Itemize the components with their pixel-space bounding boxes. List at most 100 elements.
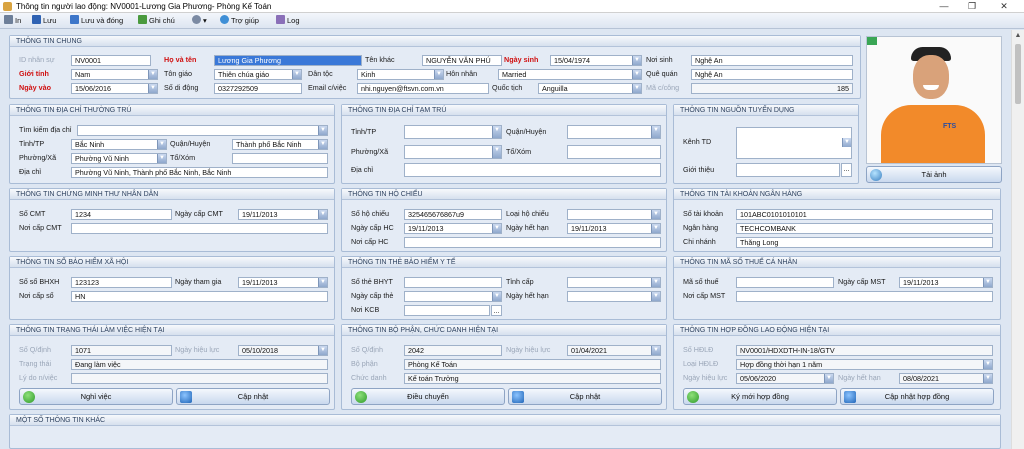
chevron-down-icon[interactable]: ▼ xyxy=(157,154,166,163)
chevron-down-icon[interactable]: ▼ xyxy=(292,70,301,79)
transfer-button[interactable]: Điều chuyển xyxy=(351,388,505,405)
id-date-field[interactable]: 19/11/2013 ▼ xyxy=(238,209,328,220)
chevron-down-icon[interactable]: ▼ xyxy=(492,146,501,158)
id-number-field[interactable]: 1234 xyxy=(71,209,172,220)
dept-update-button[interactable]: Cập nhật xyxy=(508,388,662,405)
chevron-down-icon[interactable]: ▼ xyxy=(632,70,641,79)
chevron-down-icon[interactable]: ▼ xyxy=(318,140,327,149)
bank-account-field[interactable]: 101ABC0101010101 xyxy=(736,209,993,220)
chevron-down-icon[interactable]: ▼ xyxy=(157,140,166,149)
contract-type-select[interactable]: Hợp đồng thời hạn 1 năm ▼ xyxy=(736,359,993,370)
chevron-down-icon[interactable]: ▼ xyxy=(651,346,660,355)
chevron-down-icon[interactable]: ▼ xyxy=(651,224,660,233)
passport-expire-field[interactable]: 19/11/2013 ▼ xyxy=(567,223,661,234)
dept-effective-field[interactable]: 01/04/2021 ▼ xyxy=(567,345,661,356)
chevron-down-icon[interactable]: ▼ xyxy=(983,278,992,287)
chevron-down-icon[interactable]: ▼ xyxy=(318,126,327,135)
address-search-select[interactable]: ▼ xyxy=(77,125,328,136)
nationality-select[interactable]: Anguilla ▼ xyxy=(538,83,642,94)
chevron-down-icon[interactable]: ▼ xyxy=(824,374,833,383)
chevron-down-icon[interactable]: ▼ xyxy=(632,84,641,93)
mobile-field[interactable]: 0327292509 xyxy=(214,83,302,94)
temp-district-select[interactable]: ▼ xyxy=(567,125,661,139)
ws-reason-field[interactable] xyxy=(71,373,328,384)
minimize-button[interactable]: — xyxy=(930,0,958,12)
chevron-down-icon[interactable]: ▼ xyxy=(651,210,660,219)
note-button[interactable]: Ghi chú xyxy=(138,15,175,27)
health-date-field[interactable]: ▼ xyxy=(404,291,502,302)
ws-effective-field[interactable]: 05/10/2018 ▼ xyxy=(238,345,328,356)
gender-select[interactable]: Nam ▼ xyxy=(71,69,158,80)
attendance-field[interactable]: 185 xyxy=(691,83,853,94)
chevron-down-icon[interactable]: ▼ xyxy=(318,278,327,287)
name-field[interactable]: Lương Gia Phương xyxy=(214,55,362,66)
temp-address-field[interactable] xyxy=(404,163,661,177)
dept-decision-field[interactable]: 2042 xyxy=(404,345,502,356)
dept-field[interactable]: Phòng Kế Toán xyxy=(404,359,661,370)
chevron-down-icon[interactable]: ▼ xyxy=(983,374,992,383)
chevron-down-icon[interactable]: ▼ xyxy=(983,360,992,369)
print-button[interactable]: In xyxy=(4,15,21,27)
passport-type-select[interactable]: ▼ xyxy=(567,209,661,220)
passport-place-field[interactable] xyxy=(404,237,661,248)
tax-code-field[interactable] xyxy=(736,277,834,288)
marital-select[interactable]: Married ▼ xyxy=(498,69,642,80)
passport-date-field[interactable]: 19/11/2013 ▼ xyxy=(404,223,502,234)
province-select[interactable]: Bắc Ninh ▼ xyxy=(71,139,167,150)
chevron-down-icon[interactable]: ▼ xyxy=(492,292,501,301)
job-title-field[interactable]: Kế toán Trưởng xyxy=(404,373,661,384)
quit-job-button[interactable]: Nghỉ việc xyxy=(19,388,173,405)
chevron-down-icon[interactable]: ▼ xyxy=(434,70,443,79)
join-date-field[interactable]: 15/06/2016 ▼ xyxy=(71,83,158,94)
health-expire-field[interactable]: ▼ xyxy=(567,291,661,302)
upload-photo-button[interactable]: Tải ảnh xyxy=(866,166,1002,183)
health-province-select[interactable]: ▼ xyxy=(567,277,661,288)
address-field[interactable]: Phường Vũ Ninh, Thành phố Bắc Ninh, Bắc … xyxy=(71,167,328,178)
bank-name-field[interactable]: TECHCOMBANK xyxy=(736,223,993,234)
religion-select[interactable]: Thiên chúa giáo ▼ xyxy=(214,69,302,80)
bank-branch-field[interactable]: Thăng Long xyxy=(736,237,993,248)
contract-expire-field[interactable]: 08/08/2021 ▼ xyxy=(899,373,993,384)
help-button[interactable]: Trợ giúp xyxy=(220,15,259,27)
chevron-down-icon[interactable]: ▼ xyxy=(492,126,501,138)
temp-province-select[interactable]: ▼ xyxy=(404,125,502,139)
tax-date-field[interactable]: 19/11/2013 ▼ xyxy=(899,277,993,288)
scroll-up-icon[interactable]: ▲ xyxy=(1012,30,1024,42)
contract-update-button[interactable]: Cập nhật hợp đồng xyxy=(840,388,994,405)
ws-decision-field[interactable]: 1071 xyxy=(71,345,172,356)
chevron-down-icon[interactable]: ▼ xyxy=(632,56,641,65)
birthplace-field[interactable]: Nghệ An xyxy=(691,55,853,66)
ws-status-field[interactable]: Đang làm việc xyxy=(71,359,328,370)
chevron-down-icon[interactable]: ▼ xyxy=(651,292,660,301)
dob-field[interactable]: 15/04/1974 ▼ xyxy=(550,55,642,66)
chevron-down-icon[interactable]: ▼ xyxy=(318,346,327,355)
settings-menu-button[interactable]: ▾ xyxy=(192,15,207,27)
social-number-field[interactable]: 123123 xyxy=(71,277,172,288)
social-place-field[interactable]: HN xyxy=(71,291,328,302)
referrer-field[interactable] xyxy=(736,163,840,177)
id-place-field[interactable] xyxy=(71,223,328,234)
channel-select[interactable]: ▼ xyxy=(736,127,852,159)
passport-number-field[interactable]: 325465676867u9 xyxy=(404,209,502,220)
id-field[interactable]: NV0001 xyxy=(71,55,151,66)
chevron-down-icon[interactable]: ▼ xyxy=(842,138,851,147)
chevron-down-icon[interactable]: ▼ xyxy=(651,278,660,287)
chevron-down-icon[interactable]: ▼ xyxy=(651,126,660,138)
hometown-field[interactable]: Nghệ An xyxy=(691,69,853,80)
social-date-field[interactable]: 19/11/2013 ▼ xyxy=(238,277,328,288)
ethnic-select[interactable]: Kinh ▼ xyxy=(357,69,444,80)
chevron-down-icon[interactable]: ▼ xyxy=(492,224,501,233)
vertical-scrollbar[interactable]: ▲ xyxy=(1011,30,1024,449)
close-button[interactable]: ✕ xyxy=(990,0,1018,12)
contract-number-field[interactable]: NV0001/HDXDTH-IN-18/GTV xyxy=(736,345,993,356)
referrer-browse-button[interactable]: ... xyxy=(841,163,852,177)
restore-button[interactable]: ❐ xyxy=(958,0,986,12)
email-field[interactable]: nhi.nguyen@ftsvn.com.vn xyxy=(357,83,489,94)
health-clinic-field[interactable] xyxy=(404,305,490,316)
ward-select[interactable]: Phường Vũ Ninh ▼ xyxy=(71,153,167,164)
save-close-button[interactable]: Lưu và đóng xyxy=(70,15,123,27)
contract-effective-field[interactable]: 05/06/2020 ▼ xyxy=(736,373,834,384)
tax-place-field[interactable] xyxy=(736,291,993,302)
chevron-down-icon[interactable]: ▼ xyxy=(318,210,327,219)
ws-update-button[interactable]: Cập nhật xyxy=(176,388,330,405)
